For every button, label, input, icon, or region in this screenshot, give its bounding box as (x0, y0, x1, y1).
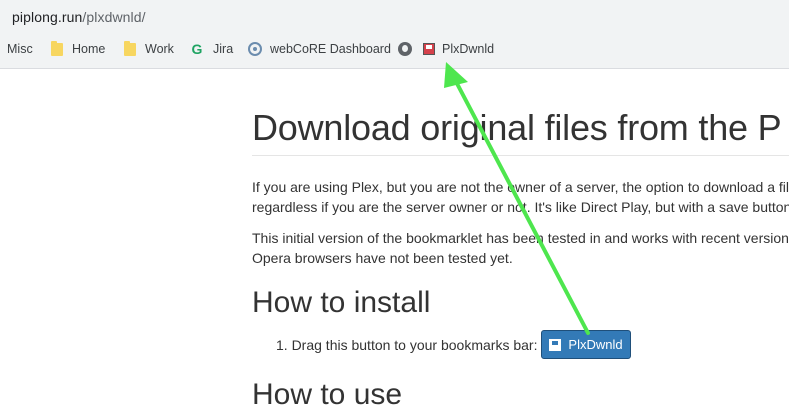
drag-arrow-annotation (444, 62, 590, 335)
